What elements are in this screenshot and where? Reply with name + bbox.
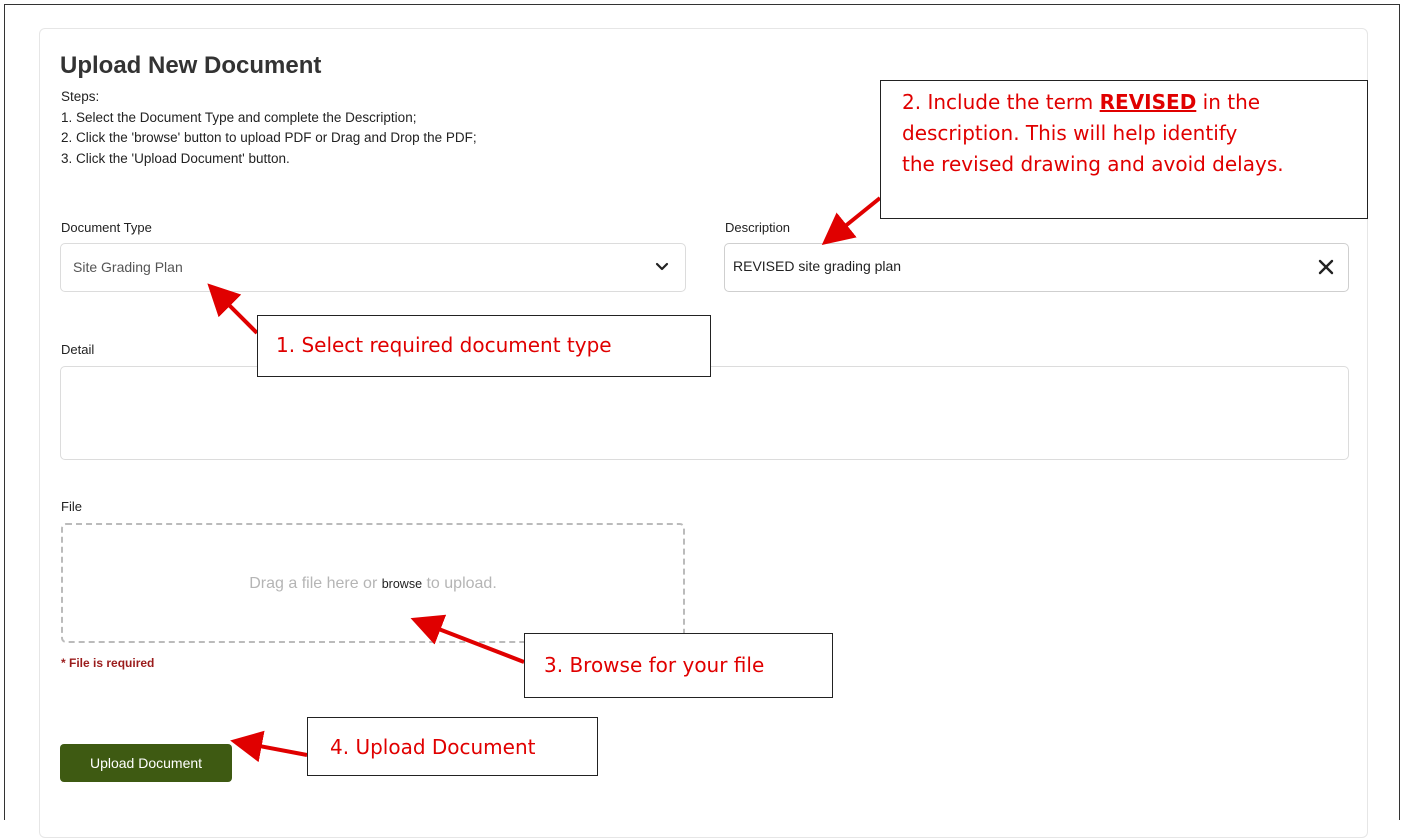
file-label: File: [61, 499, 82, 514]
callout2-line2: description. This will help identify: [902, 121, 1238, 145]
callout-browse: 3. Browse for your file: [524, 633, 833, 698]
callout2-line3: the revised drawing and avoid delays.: [902, 152, 1284, 176]
dropzone-suffix: to upload.: [422, 575, 497, 592]
document-type-select[interactable]: Site Grading Plan: [60, 243, 686, 292]
callout-document-type: 1. Select required document type: [257, 315, 711, 377]
browse-link[interactable]: browse: [382, 577, 422, 591]
callout2-strong: REVISED: [1099, 90, 1197, 114]
document-type-label: Document Type: [61, 220, 152, 235]
detail-textarea[interactable]: [60, 366, 1349, 460]
callout-description: 2. Include the term REVISED in the descr…: [880, 80, 1368, 219]
dropzone-text: Drag a file here or browse to upload.: [63, 575, 683, 593]
step-item: 2. Click the 'browse' button to upload P…: [61, 130, 477, 145]
description-label: Description: [725, 220, 791, 235]
document-type-value: Site Grading Plan: [73, 259, 183, 275]
steps-heading: Steps:: [61, 89, 100, 104]
detail-label: Detail: [61, 342, 95, 357]
file-dropzone[interactable]: Drag a file here or browse to upload.: [61, 523, 685, 643]
callout2-suffix: in the: [1196, 90, 1261, 114]
callout-upload: 4. Upload Document: [307, 717, 598, 776]
page-title: Upload New Document: [60, 52, 322, 79]
upload-document-button[interactable]: Upload Document: [60, 744, 232, 782]
description-value: REVISED site grading plan: [733, 258, 902, 274]
steps-instructions: Steps: 1. Select the Document Type and c…: [61, 87, 477, 169]
callout2-prefix: 2. Include the term: [902, 90, 1100, 114]
file-required-error: * File is required: [61, 656, 155, 670]
chevron-down-icon: [655, 262, 669, 271]
dropzone-prefix: Drag a file here or: [249, 575, 382, 592]
step-item: 3. Click the 'Upload Document' button.: [61, 150, 290, 166]
description-field[interactable]: REVISED site grading plan: [724, 243, 1349, 292]
close-icon[interactable]: [1316, 257, 1336, 277]
step-item: 1. Select the Document Type and complete…: [61, 109, 417, 125]
